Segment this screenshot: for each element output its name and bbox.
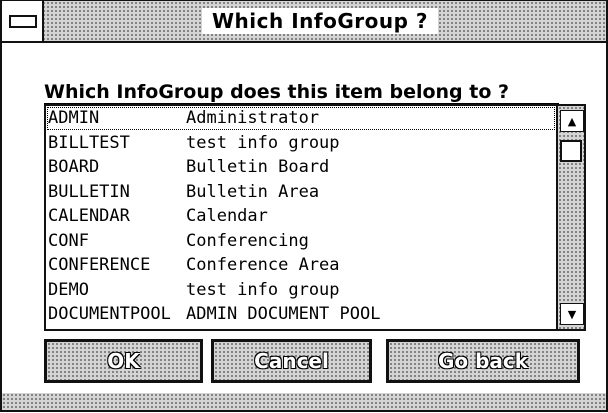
- infogroup-code: ADMIN: [48, 108, 100, 128]
- arrow-down-icon: ▼: [567, 307, 577, 321]
- list-item[interactable]: BILLTEST test info group: [46, 131, 556, 156]
- system-menu-icon: [9, 15, 37, 28]
- infogroup-code: BILLTEST: [48, 132, 130, 153]
- infogroup-code: CONFERENCE: [48, 255, 151, 275]
- scroll-thumb[interactable]: [560, 140, 582, 162]
- infogroup-description: test info group: [186, 279, 340, 300]
- infogroup-code: CALENDAR: [48, 206, 130, 226]
- list-item[interactable]: CONFERENCE Conference Area: [46, 253, 556, 278]
- go-back-button[interactable]: Go back: [386, 339, 580, 383]
- cancel-button[interactable]: Cancel: [211, 339, 372, 383]
- infogroup-description: Bulletin Area: [186, 181, 320, 202]
- list-item[interactable]: DOCUMENTPOOL ADMIN DOCUMENT POOL: [46, 302, 556, 327]
- list-item[interactable]: BULLETIN Bulletin Area: [46, 180, 556, 205]
- infogroup-description: test info group: [186, 132, 340, 153]
- infogroup-code: CONF: [48, 230, 89, 251]
- list-item[interactable]: CALENDAR Calendar: [46, 204, 556, 229]
- scroll-up-button[interactable]: ▲: [560, 110, 584, 132]
- infogroup-list[interactable]: ADMIN Administrator BILLTEST test info grou…: [46, 106, 556, 329]
- infogroup-description: Bulletin Board: [186, 157, 330, 177]
- infogroup-description: Calendar: [186, 206, 268, 226]
- title-bar[interactable]: Which InfoGroup ?: [2, 1, 606, 43]
- infogroup-description: Conferencing: [186, 230, 309, 251]
- infogroup-description: Conference Area: [186, 255, 340, 275]
- list-item[interactable]: ADMIN Administrator: [46, 106, 556, 131]
- list-item[interactable]: BOARD Bulletin Board: [46, 155, 556, 180]
- infogroup-code: BULLETIN: [48, 181, 130, 202]
- infogroup-listbox[interactable]: ADMIN Administrator BILLTEST test info grou…: [44, 104, 586, 331]
- vertical-scrollbar[interactable]: ▲ ▼: [556, 106, 584, 329]
- system-menu-button[interactable]: [2, 1, 44, 41]
- window-title: Which InfoGroup ?: [202, 8, 438, 34]
- infogroup-dialog: Which InfoGroup ? Which InfoGroup does t…: [0, 0, 608, 412]
- dialog-bottom-edge: [2, 393, 606, 410]
- list-item[interactable]: DEMO test info group: [46, 278, 556, 303]
- scroll-down-button[interactable]: ▼: [560, 303, 584, 325]
- infogroup-code: BOARD: [48, 157, 100, 177]
- arrow-up-icon: ▲: [567, 114, 577, 128]
- infogroup-code: DEMO: [48, 279, 89, 300]
- infogroup-description: ADMIN DOCUMENT POOL: [186, 304, 381, 324]
- infogroup-description: Administrator: [186, 108, 320, 128]
- list-item[interactable]: CONF Conferencing: [46, 229, 556, 254]
- infogroup-code: DOCUMENTPOOL: [48, 304, 171, 324]
- prompt-text: Which InfoGroup does this item belong to…: [44, 81, 510, 103]
- ok-button[interactable]: OK: [44, 339, 203, 383]
